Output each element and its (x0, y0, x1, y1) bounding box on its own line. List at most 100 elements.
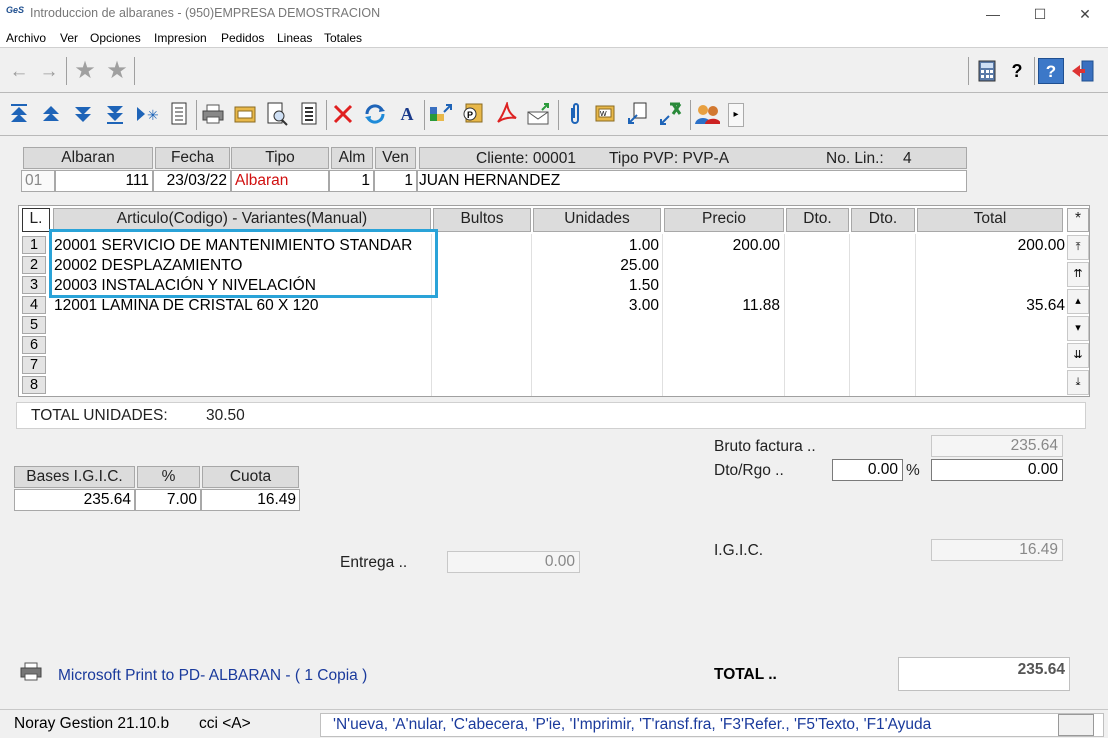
row-number[interactable]: 1 (22, 236, 46, 254)
close-button[interactable]: ✕ (1062, 0, 1108, 28)
insert-icon[interactable]: ✳ (134, 101, 160, 127)
albaran-header: Albaran (23, 147, 153, 169)
users-icon[interactable] (694, 101, 720, 127)
first-record-icon[interactable] (6, 101, 32, 127)
row-precio[interactable]: 11.88 (664, 296, 780, 315)
tax-percent-header: % (137, 466, 200, 488)
total-label: TOTAL .. (714, 666, 777, 683)
printer-selection-link[interactable]: Microsoft Print to PD- ALBARAN - ( 1 Cop… (58, 667, 367, 685)
exit-door-icon[interactable] (1070, 58, 1096, 84)
back-arrow-icon[interactable]: ← (6, 58, 32, 84)
column-header-line[interactable]: L. (22, 208, 50, 232)
star-icon[interactable]: ★ (72, 58, 98, 84)
column-header-unidades[interactable]: Unidades (533, 208, 661, 232)
row-unidades[interactable]: 3.00 (533, 296, 659, 315)
font-icon[interactable]: A (394, 101, 420, 127)
pvp-icon[interactable]: P (460, 101, 486, 127)
ven-field[interactable]: 1 (374, 170, 417, 192)
column-header-precio[interactable]: Precio (664, 208, 784, 232)
toolbar-separator (66, 57, 67, 85)
send-icon[interactable] (526, 101, 552, 127)
column-header-star[interactable]: * (1067, 208, 1089, 232)
menu-opciones[interactable]: Opciones (90, 31, 141, 45)
tipo-field[interactable]: Albaran (231, 170, 329, 192)
menu-totales[interactable]: Totales (324, 31, 362, 45)
row-articulo[interactable]: 12001 LAMINA DE CRISTAL 60 X 120 (54, 296, 319, 315)
cliente-name-field[interactable]: JUAN HERNANDEZ (417, 170, 967, 192)
print-icon[interactable] (200, 101, 226, 127)
entrega-field[interactable]: 0.00 (447, 551, 580, 573)
calculator-icon[interactable] (974, 58, 1000, 84)
menu-impresion[interactable]: Impresion (154, 31, 207, 45)
transfer-icon[interactable] (428, 101, 454, 127)
bruto-label: Bruto factura .. (714, 438, 816, 455)
folder-icon[interactable] (232, 101, 258, 127)
row-unidades[interactable]: 25.00 (533, 256, 659, 275)
next-page-icon[interactable] (70, 101, 96, 127)
serie-field[interactable]: 01 (21, 170, 55, 192)
scroll-page-down-button[interactable]: ⇊ (1067, 343, 1089, 368)
tipo-header: Tipo (231, 147, 329, 169)
menu-archivo[interactable]: Archivo (6, 31, 46, 45)
minimize-button[interactable]: — (970, 0, 1016, 28)
help-book-icon[interactable]: ? (1038, 58, 1064, 84)
toolbar-separator (558, 100, 559, 130)
row-total[interactable]: 35.64 (917, 296, 1065, 315)
star-icon[interactable]: ★ (104, 58, 130, 84)
scroll-up-button[interactable]: ▴ (1067, 289, 1089, 314)
last-record-icon[interactable] (102, 101, 128, 127)
row-number[interactable]: 8 (22, 376, 46, 394)
row-number[interactable]: 2 (22, 256, 46, 274)
row-number[interactable]: 7 (22, 356, 46, 374)
scroll-page-up-button[interactable]: ⇈ (1067, 262, 1089, 287)
scroll-down-button[interactable]: ▾ (1067, 316, 1089, 341)
forward-arrow-icon[interactable]: → (36, 58, 62, 84)
toolbar-separator (196, 100, 197, 130)
scroll-top-button[interactable]: ⤒ (1067, 235, 1089, 260)
list-icon[interactable] (296, 101, 322, 127)
alm-header: Alm (331, 147, 373, 169)
fecha-field[interactable]: 23/03/22 (153, 170, 231, 192)
menu-lineas[interactable]: Lineas (277, 31, 312, 45)
column-header-bultos[interactable]: Bultos (433, 208, 531, 232)
tax-base-header: Bases I.G.I.C. (14, 466, 135, 488)
dto-amount-field[interactable]: 0.00 (931, 459, 1063, 481)
percent-sign: % (906, 462, 920, 479)
column-header-total[interactable]: Total (917, 208, 1063, 232)
preview-icon[interactable] (264, 101, 290, 127)
alm-field[interactable]: 1 (329, 170, 374, 192)
help-pointer-icon[interactable]: ? (1004, 58, 1030, 84)
more-icon[interactable]: ▸ (728, 103, 744, 127)
svg-text:W: W (600, 111, 607, 118)
attach-icon[interactable] (562, 101, 588, 127)
total-units-value: 30.50 (206, 407, 245, 424)
pdf-icon[interactable] (494, 101, 520, 127)
previous-page-icon[interactable] (38, 101, 64, 127)
albaran-number-field[interactable]: 111 (55, 170, 153, 192)
printer-icon[interactable] (20, 662, 42, 685)
note-icon[interactable]: W (594, 101, 620, 127)
column-header-dto2[interactable]: Dto. (851, 208, 915, 232)
row-number[interactable]: 4 (22, 296, 46, 314)
row-precio[interactable]: 200.00 (664, 236, 780, 255)
row-unidades[interactable]: 1.00 (533, 236, 659, 255)
row-total[interactable]: 200.00 (917, 236, 1065, 255)
row-unidades[interactable]: 1.50 (533, 276, 659, 295)
menu-ver[interactable]: Ver (60, 31, 78, 45)
maximize-button[interactable]: ☐ (1017, 0, 1063, 28)
row-number[interactable]: 6 (22, 336, 46, 354)
delete-icon[interactable] (330, 101, 356, 127)
igic-field: 16.49 (931, 539, 1063, 561)
excel-icon[interactable] (658, 101, 684, 127)
document-icon[interactable] (166, 101, 192, 127)
menu-pedidos[interactable]: Pedidos (221, 31, 264, 45)
dto-percent-field[interactable]: 0.00 (832, 459, 903, 481)
row-number[interactable]: 5 (22, 316, 46, 334)
toolbar-separator (1034, 57, 1035, 85)
column-header-dto1[interactable]: Dto. (786, 208, 849, 232)
status-indicator (1058, 714, 1094, 736)
refresh-icon[interactable] (362, 101, 388, 127)
copy-icon[interactable] (626, 101, 652, 127)
scroll-bottom-button[interactable]: ⤓ (1067, 370, 1089, 395)
row-number[interactable]: 3 (22, 276, 46, 294)
